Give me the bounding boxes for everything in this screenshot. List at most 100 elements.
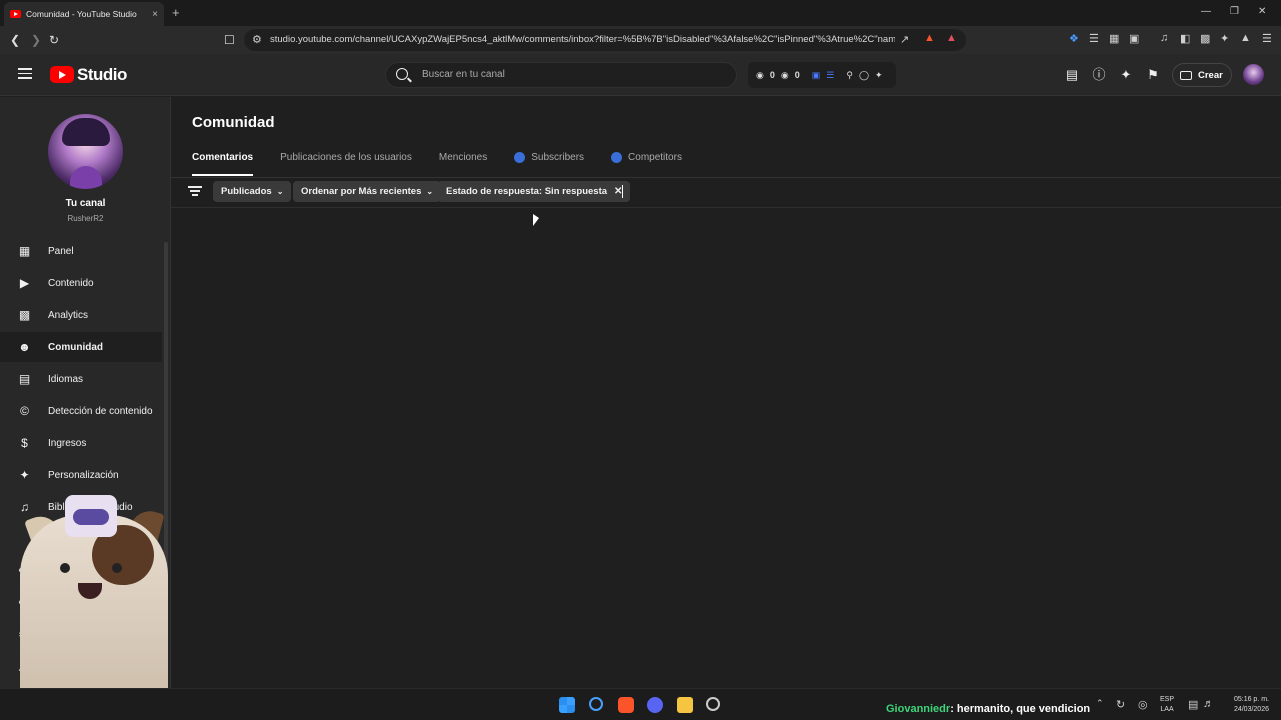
volume-icon[interactable]: ♬ xyxy=(1203,698,1214,710)
notifications-bell-icon[interactable]: ⚑ xyxy=(1145,67,1161,83)
tab-competitors[interactable]: Competitors xyxy=(611,152,682,176)
create-label: Crear xyxy=(1198,69,1223,81)
tray-chevron-up-icon[interactable]: ⌃ xyxy=(1096,698,1104,709)
network-icon[interactable]: ▤ xyxy=(1188,698,1198,711)
sidebar-item-deteccion[interactable]: © Detección de contenido xyxy=(0,396,162,426)
windows-start-icon[interactable] xyxy=(559,697,575,713)
maximize-icon[interactable]: ❐ xyxy=(1230,6,1239,17)
file-explorer-icon[interactable] xyxy=(677,697,693,713)
forward-icon[interactable]: ❯ xyxy=(31,33,41,47)
extension-bar: ◉ 0 ◉ 0 ▣ ☰ ⚲ ◯ ✦ xyxy=(748,62,896,88)
video-camera-icon xyxy=(1180,70,1192,80)
sidebar-item-contenido[interactable]: ▶ Contenido xyxy=(0,268,162,298)
filter-chip-published[interactable]: Publicados ⌄ xyxy=(213,181,292,202)
brave-browser-icon[interactable] xyxy=(618,697,634,713)
tray-sync-icon[interactable]: ↻ xyxy=(1116,698,1125,711)
sparkle-small-icon[interactable]: ✦ xyxy=(875,70,883,81)
chat-text: : hermanito, que vendicion xyxy=(950,703,1091,715)
studio-logo-text[interactable]: Studio xyxy=(77,65,127,85)
studio-header: Studio ◉ 0 ◉ 0 ▣ ☰ ⚲ ◯ ✦ ▤ ⓘ ✦ ⚑ Crear xyxy=(0,54,1281,96)
sidebar-item-idiomas[interactable]: ▤ Idiomas xyxy=(0,364,162,394)
filter-chip-response-status[interactable]: Estado de respuesta: Sin respuesta ✕ xyxy=(438,181,631,202)
wallet-icon[interactable]: ❖ xyxy=(1069,32,1079,45)
browser-menu-icon[interactable]: ☰ xyxy=(1262,32,1272,45)
lang-bottom: LAA xyxy=(1160,706,1174,713)
discord-icon[interactable] xyxy=(647,697,663,713)
sidebar-item-comunidad[interactable]: ☻ Comunidad xyxy=(0,332,162,362)
search-taskbar-icon[interactable] xyxy=(589,697,603,711)
filter-chip-sort[interactable]: Ordenar por Más recientes ⌄ xyxy=(293,181,442,202)
sparkle-icon[interactable]: ✦ xyxy=(1118,67,1134,83)
filter-icon[interactable] xyxy=(188,186,202,196)
address-bar[interactable]: ⚙ studio.youtube.com/channel/UCAXypZWajE… xyxy=(244,29,966,51)
tab-comentarios[interactable]: Comentarios xyxy=(192,152,254,176)
account-avatar[interactable] xyxy=(1243,64,1264,85)
language-indicator[interactable]: ESP LAA xyxy=(1160,695,1174,715)
search-input[interactable] xyxy=(422,69,722,80)
channel-avatar[interactable] xyxy=(48,114,123,189)
sidebar-item-analytics[interactable]: ▩ Analytics xyxy=(0,300,162,330)
reader-icon[interactable]: ☰ xyxy=(1089,32,1099,45)
sidebar-item-label: Comunidad xyxy=(48,341,103,353)
sidebar-item-label: Contenido xyxy=(48,277,94,289)
extensions-icon[interactable]: ▦ xyxy=(1109,32,1119,45)
windows-taskbar: Giovanniedr: hermanito, que vendicion ⌃ … xyxy=(0,688,1281,720)
clock-date: 24/03/2026 xyxy=(1233,706,1269,713)
url-text[interactable]: studio.youtube.com/channel/UCAXypZWajEP5… xyxy=(270,34,895,45)
bookmark-icon[interactable]: ☐ xyxy=(224,33,235,47)
close-tab-icon[interactable]: × xyxy=(152,9,158,20)
divider xyxy=(171,207,1281,208)
sidebar-item-panel[interactable]: ▦ Panel xyxy=(0,236,162,266)
help-icon[interactable]: ⓘ xyxy=(1091,67,1107,83)
brave-shields-icon[interactable]: ▲ xyxy=(924,32,935,44)
back-icon[interactable]: ❮ xyxy=(10,33,20,47)
dollar-icon: $ xyxy=(21,435,28,450)
ext-count-1: 0 xyxy=(769,70,775,80)
leo-ai-icon[interactable]: ✦ xyxy=(1220,32,1229,45)
sidebar-icon[interactable]: ◧ xyxy=(1180,32,1190,45)
obs-icon[interactable] xyxy=(706,697,720,711)
brave-rewards-icon[interactable]: ▲ xyxy=(946,32,957,44)
eye-icon: ◉ xyxy=(780,69,789,80)
extension-badge-icon[interactable]: ▣ xyxy=(812,70,821,81)
reload-icon[interactable]: ↻ xyxy=(49,33,59,47)
microphone-icon[interactable]: ◎ xyxy=(1138,698,1148,711)
sidebar-item-personalizacion[interactable]: ✦ Personalización xyxy=(0,460,162,490)
tab-subscribers[interactable]: Subscribers xyxy=(514,152,584,176)
create-button[interactable]: Crear xyxy=(1172,63,1232,87)
trophy-icon[interactable]: ⚲ xyxy=(846,70,853,81)
minimize-icon[interactable]: — xyxy=(1201,6,1211,17)
chevron-down-icon: ⌄ xyxy=(276,187,284,196)
chevron-down-icon: ⌄ xyxy=(426,187,434,196)
chat-bubble-icon[interactable]: ◯ xyxy=(859,70,869,81)
tab-publicaciones-usuarios[interactable]: Publicaciones de los usuarios xyxy=(280,152,412,176)
vpn-shield-icon[interactable]: ▲ xyxy=(1240,32,1251,44)
extension-badge-icon xyxy=(514,152,526,163)
subtitles-icon: ▤ xyxy=(18,371,31,386)
list-icon[interactable]: ☰ xyxy=(826,70,834,81)
filter-text-cursor[interactable] xyxy=(622,185,623,198)
messages-icon[interactable]: ▤ xyxy=(1064,67,1080,83)
tab-menciones[interactable]: Menciones xyxy=(439,152,487,176)
search-icon[interactable] xyxy=(396,68,408,80)
stream-chat-message: Giovanniedr: hermanito, que vendicion xyxy=(886,703,1090,715)
youtube-logo-icon[interactable] xyxy=(50,66,74,83)
browser-tabstrip: Comunidad - YouTube Studio × + — ❐ ✕ xyxy=(0,0,1281,26)
page-title: Comunidad xyxy=(192,114,275,131)
sidebar-item-label: Ingresos xyxy=(48,437,87,449)
search-box[interactable] xyxy=(385,62,737,88)
music-icon[interactable]: ♫ xyxy=(1160,32,1168,44)
window-close-icon[interactable]: ✕ xyxy=(1258,6,1266,17)
wallet-card-icon[interactable]: ▩ xyxy=(1200,32,1210,45)
clock[interactable]: 05:16 p. m. 24/03/2026 xyxy=(1224,695,1269,715)
analytics-icon: ▩ xyxy=(18,307,31,322)
hamburger-menu-icon[interactable] xyxy=(18,68,32,79)
clock-time: 05:16 p. m. xyxy=(1233,696,1269,703)
screenshot-icon[interactable]: ▣ xyxy=(1129,32,1139,45)
sidebar-item-ingresos[interactable]: $ Ingresos xyxy=(0,428,162,458)
browser-tab[interactable]: Comunidad - YouTube Studio × xyxy=(4,2,164,26)
channel-label: Tu canal xyxy=(65,198,106,209)
site-info-icon[interactable]: ⚙ xyxy=(252,33,262,46)
share-icon[interactable]: ↗ xyxy=(900,33,909,46)
new-tab-button[interactable]: + xyxy=(172,5,180,20)
